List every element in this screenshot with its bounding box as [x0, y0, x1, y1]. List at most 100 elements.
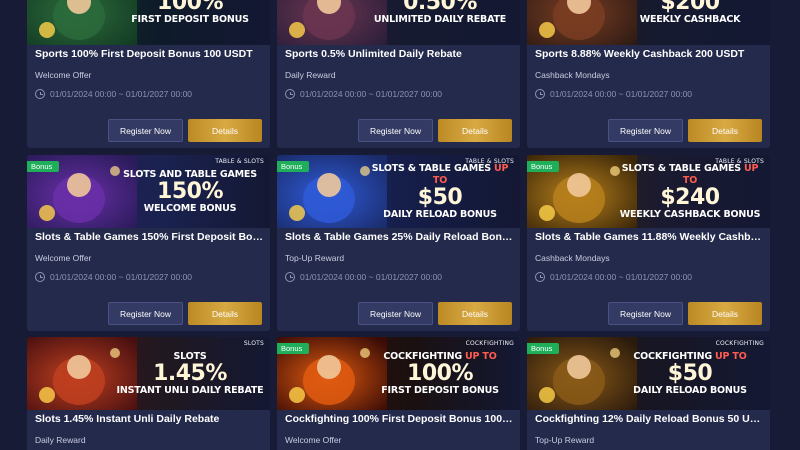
promo-period: 01/01/2024 00:00 ~ 01/01/2027 00:00: [285, 272, 442, 282]
promo-period-text: 01/01/2024 00:00 ~ 01/01/2027 00:00: [550, 89, 693, 99]
promo-title[interactable]: Slots & Table Games 11.88% Weekly Cashba…: [535, 231, 764, 243]
banner-caption: DAILY RELOAD BONUS: [383, 208, 497, 220]
promo-title[interactable]: Sports 100% First Deposit Bonus 100 USDT: [35, 48, 264, 60]
promo-category: Daily Reward: [285, 70, 336, 80]
banner-headline-text: SLOTS AND TABLE GAMES: [123, 168, 257, 180]
promo-banner[interactable]: 0.50% UNLIMITED DAILY REBATE: [277, 0, 520, 45]
banner-amount: $50: [417, 184, 463, 210]
banner-amount: $50: [667, 360, 713, 386]
promo-period-text: 01/01/2024 00:00 ~ 01/01/2027 00:00: [300, 272, 443, 282]
clock-icon: [285, 89, 295, 99]
register-now-button[interactable]: Register Now: [108, 302, 183, 325]
promo-period: 01/01/2024 00:00 ~ 01/01/2027 00:00: [35, 89, 192, 99]
details-button[interactable]: Details: [438, 119, 512, 142]
promo-card: SLOTS SLOTS 1.45% INSTANT UNLI DAILY REBATE…: [27, 337, 270, 450]
promo-category: Daily Reward: [35, 435, 86, 445]
promo-period: 01/01/2024 00:00 ~ 01/01/2027 00:00: [35, 272, 192, 282]
bonus-badge: Bonus: [527, 343, 560, 354]
clock-icon: [35, 89, 45, 99]
clock-icon: [35, 272, 45, 282]
promo-title[interactable]: Slots & Table Games 150% First Deposit B…: [35, 231, 264, 243]
banner-headline-accent: UP TO: [465, 350, 497, 362]
details-button[interactable]: Details: [188, 119, 262, 142]
banner-text: SLOTS & TABLE GAMES UP TO $50 DAILY RELOAD…: [364, 155, 516, 228]
banner-caption: FIRST DEPOSIT BONUS: [131, 13, 249, 25]
bonus-badge: Bonus: [27, 161, 60, 172]
banner-text: SLOTS 1.45% INSTANT UNLI DAILY REBATE: [114, 337, 266, 410]
banner-amount: 150%: [157, 178, 223, 204]
promo-card: TABLE & SLOTS Bonus SLOTS & TABLE GAMES UP…: [277, 155, 520, 331]
banner-amount: 0.50%: [403, 0, 477, 15]
banner-amount: $240: [660, 184, 720, 210]
register-now-button[interactable]: Register Now: [608, 119, 683, 142]
promo-category: Cashback Mondays: [535, 253, 610, 263]
promo-card: 0.50% UNLIMITED DAILY REBATE Sports 0.5% U…: [277, 0, 520, 148]
details-button[interactable]: Details: [188, 302, 262, 325]
banner-text: 0.50% UNLIMITED DAILY REBATE: [364, 0, 516, 45]
promo-banner[interactable]: $200 WEEKLY CASHBACK: [527, 0, 770, 45]
promo-banner[interactable]: TABLE & SLOTS Bonus SLOTS & TABLE GAMES UP…: [277, 155, 520, 228]
promo-period-text: 01/01/2024 00:00 ~ 01/01/2027 00:00: [550, 272, 693, 282]
banner-caption: FIRST DEPOSIT BONUS: [381, 384, 499, 396]
promo-category: Cashback Mondays: [535, 70, 610, 80]
banner-amount: 100%: [407, 360, 473, 386]
promo-banner[interactable]: SLOTS SLOTS 1.45% INSTANT UNLI DAILY REBATE: [27, 337, 270, 410]
promo-title[interactable]: Slots & Table Games 25% Daily Reload Bon…: [285, 231, 514, 243]
bonus-badge: Bonus: [277, 343, 310, 354]
register-now-button[interactable]: Register Now: [608, 302, 683, 325]
banner-headline: SLOTS & TABLE GAMES UP TO: [614, 163, 766, 187]
promo-title[interactable]: Sports 8.88% Weekly Cashback 200 USDT: [535, 48, 764, 60]
promo-banner[interactable]: COCKFIGHTING Bonus COCKFIGHTING UP TO $50 DA…: [527, 337, 770, 410]
promo-period: 01/01/2024 00:00 ~ 01/01/2027 00:00: [285, 89, 442, 99]
promo-period-text: 01/01/2024 00:00 ~ 01/01/2027 00:00: [300, 89, 443, 99]
details-button[interactable]: Details: [688, 302, 762, 325]
banner-headline-text: SLOTS & TABLE GAMES: [621, 162, 741, 174]
promo-banner[interactable]: TABLE & SLOTS Bonus SLOTS & TABLE GAMES UP…: [527, 155, 770, 228]
promo-category: Top-Up Reward: [285, 253, 345, 263]
promo-period-text: 01/01/2024 00:00 ~ 01/01/2027 00:00: [50, 272, 193, 282]
promo-period-text: 01/01/2024 00:00 ~ 01/01/2027 00:00: [50, 89, 193, 99]
banner-headline-text: SLOTS & TABLE GAMES: [371, 162, 491, 174]
promo-banner[interactable]: TABLE & SLOTS Bonus SLOTS AND TABLE GAMES 1…: [27, 155, 270, 228]
promo-card: COCKFIGHTING Bonus COCKFIGHTING UP TO $50 DA…: [527, 337, 770, 450]
banner-caption: INSTANT UNLI DAILY REBATE: [116, 384, 264, 396]
promo-period: 01/01/2024 00:00 ~ 01/01/2027 00:00: [535, 272, 692, 282]
register-now-button[interactable]: Register Now: [108, 119, 183, 142]
register-now-button[interactable]: Register Now: [358, 302, 433, 325]
promo-category: Welcome Offer: [35, 253, 92, 263]
promo-title[interactable]: Sports 0.5% Unlimited Daily Rebate: [285, 48, 514, 60]
banner-text: $200 WEEKLY CASHBACK: [614, 0, 766, 45]
promo-card: COCKFIGHTING Bonus COCKFIGHTING UP TO 100% F…: [277, 337, 520, 450]
promo-title[interactable]: Cockfighting 100% First Deposit Bonus 10…: [285, 413, 514, 425]
register-now-button[interactable]: Register Now: [358, 119, 433, 142]
promo-card: TABLE & SLOTS Bonus SLOTS AND TABLE GAMES 1…: [27, 155, 270, 331]
promo-banner[interactable]: COCKFIGHTING Bonus COCKFIGHTING UP TO 100% F…: [277, 337, 520, 410]
banner-caption: UNLIMITED DAILY REBATE: [373, 13, 507, 25]
banner-text: SLOTS AND TABLE GAMES 150% WELCOME BONUS: [114, 155, 266, 228]
promo-card: TABLE & SLOTS Bonus SLOTS & TABLE GAMES UP…: [527, 155, 770, 331]
banner-text: 100% FIRST DEPOSIT BONUS: [114, 0, 266, 45]
clock-icon: [535, 89, 545, 99]
banner-text: SLOTS & TABLE GAMES UP TO $240 WEEKLY CASH…: [614, 155, 766, 228]
promo-category: Top-Up Reward: [535, 435, 595, 445]
promo-category: Welcome Offer: [35, 70, 92, 80]
promo-title[interactable]: Cockfighting 12% Daily Reload Bonus 50 U…: [535, 413, 764, 425]
promo-title[interactable]: Slots 1.45% Instant Unli Daily Rebate: [35, 413, 264, 425]
promo-category: Welcome Offer: [285, 435, 342, 445]
clock-icon: [535, 272, 545, 282]
banner-headline: SLOTS & TABLE GAMES UP TO: [364, 163, 516, 187]
bonus-badge: Bonus: [527, 161, 560, 172]
promo-card: $200 WEEKLY CASHBACK Sports 8.88% Weekly C…: [527, 0, 770, 148]
details-button[interactable]: Details: [688, 119, 762, 142]
banner-headline-accent: UP TO: [715, 350, 747, 362]
banner-caption: WELCOME BONUS: [143, 202, 237, 214]
promo-banner[interactable]: 100% FIRST DEPOSIT BONUS: [27, 0, 270, 45]
banner-caption: WEEKLY CASHBACK BONUS: [619, 208, 761, 220]
promotions-grid: 100% FIRST DEPOSIT BONUS Sports 100% First…: [0, 0, 800, 450]
bonus-badge: Bonus: [277, 161, 310, 172]
banner-amount: 100%: [157, 0, 223, 15]
details-button[interactable]: Details: [438, 302, 512, 325]
banner-caption: DAILY RELOAD BONUS: [633, 384, 747, 396]
banner-amount: 1.45%: [153, 360, 227, 386]
promo-card: 100% FIRST DEPOSIT BONUS Sports 100% First…: [27, 0, 270, 148]
